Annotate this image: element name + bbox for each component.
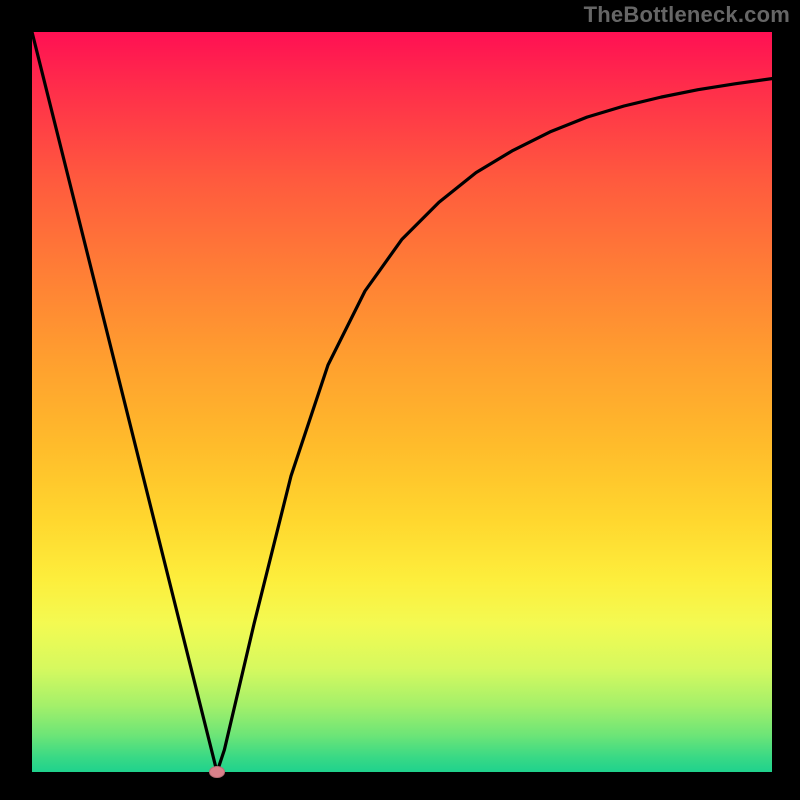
attribution-text: TheBottleneck.com — [584, 2, 790, 28]
curve-svg — [32, 32, 772, 772]
bottleneck-curve — [32, 32, 772, 772]
bottleneck-marker — [209, 766, 225, 778]
chart-frame: TheBottleneck.com — [0, 0, 800, 800]
chart-plot-area — [32, 32, 772, 772]
